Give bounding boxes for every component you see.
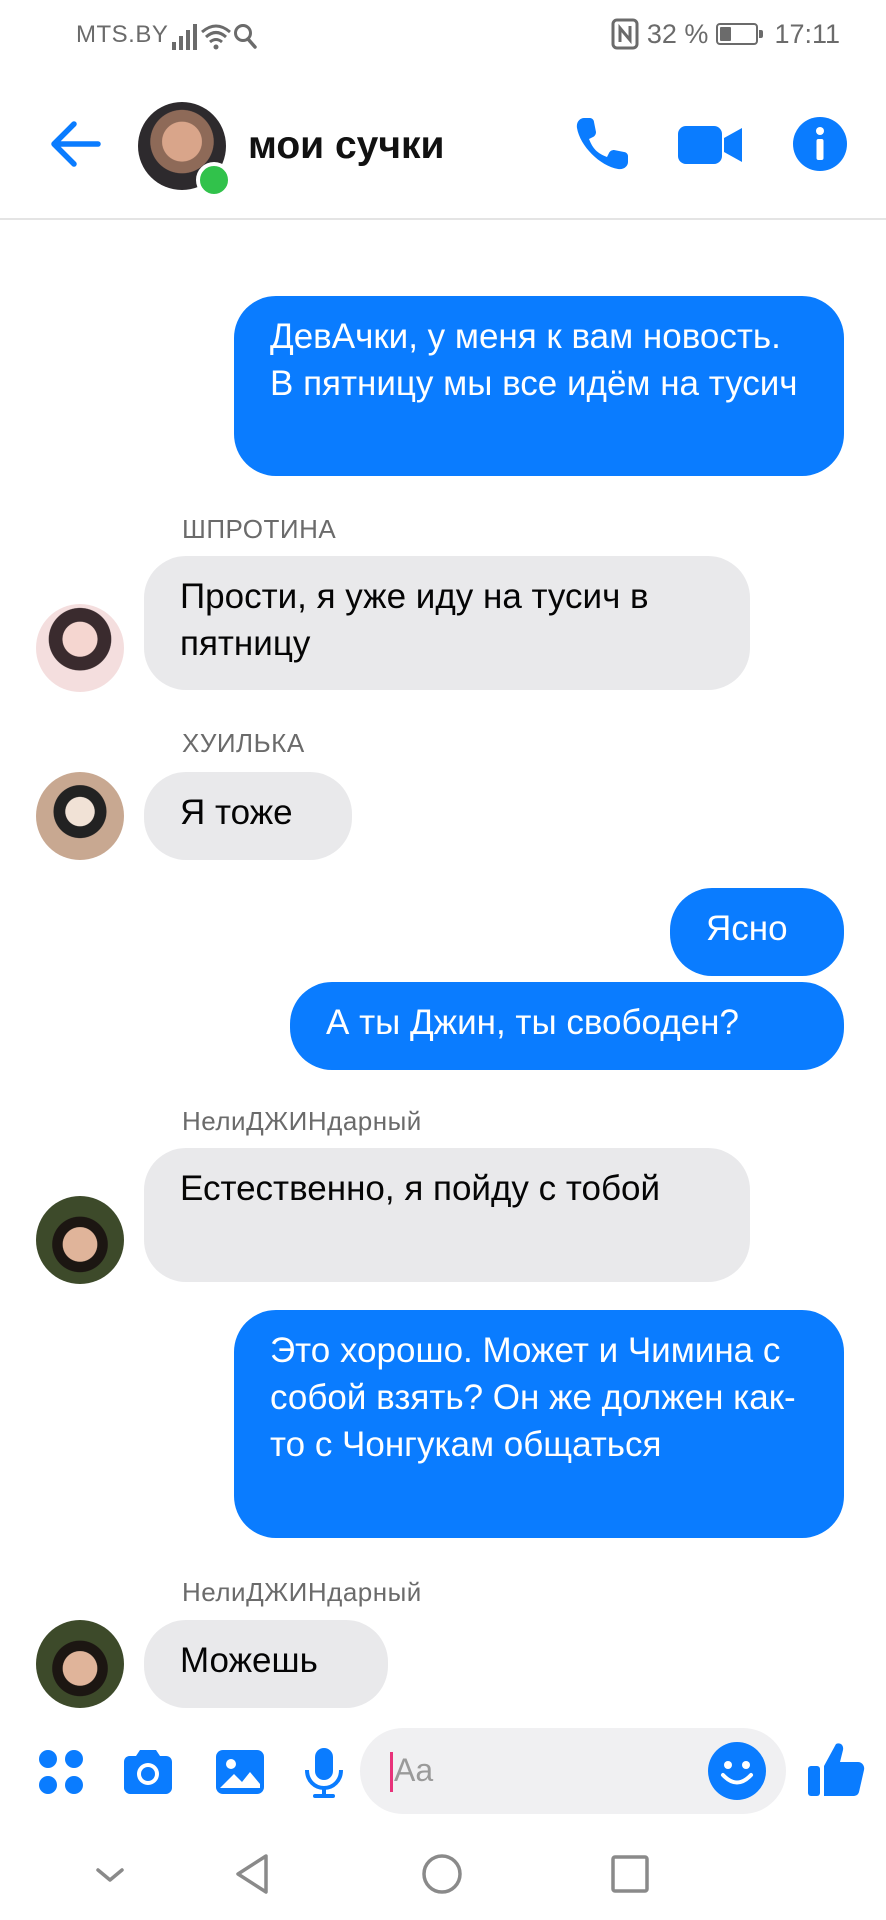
thumbs-up-icon[interactable]: [804, 1738, 868, 1802]
clock: 17:11: [774, 18, 840, 49]
sender-name: НелиДЖИНдарный: [182, 1577, 422, 1607]
nfc-icon: [611, 18, 639, 50]
battery-icon: [716, 23, 764, 45]
sender-name: ШПРОТИНА: [182, 514, 337, 544]
text-caret: [390, 1752, 393, 1792]
avatar[interactable]: [36, 772, 124, 860]
incoming-message[interactable]: Естественно, я пойду с тобой: [144, 1148, 750, 1282]
outgoing-message[interactable]: Ясно: [670, 888, 844, 976]
incoming-message[interactable]: Я тоже: [144, 772, 352, 860]
microphone-icon[interactable]: [296, 1744, 352, 1800]
online-status-dot: [196, 162, 232, 198]
back-arrow-icon[interactable]: [46, 114, 106, 174]
avatar[interactable]: [36, 604, 124, 692]
message-list[interactable]: ДевАчки, у меня к вам новость. В пятницу…: [0, 220, 886, 1720]
sender-name: НелиДЖИНдарный: [182, 1106, 422, 1136]
status-bar: MTS.BY 32 % 17:11: [0, 0, 886, 72]
incoming-message[interactable]: Прости, я уже иду на тусич в пятницу: [144, 556, 750, 690]
outgoing-message[interactable]: А ты Джин, ты свободен?: [290, 982, 844, 1070]
battery-percent: 32 %: [646, 18, 709, 49]
message-composer: Aa: [0, 1716, 886, 1826]
chat-header: мои сучки: [0, 72, 886, 220]
collapse-icon[interactable]: [82, 1846, 138, 1902]
recents-icon[interactable]: [602, 1846, 658, 1902]
avatar[interactable]: [36, 1620, 124, 1708]
incoming-message[interactable]: Можешь: [144, 1620, 388, 1708]
chat-title[interactable]: мои сучки: [248, 124, 445, 168]
outgoing-message[interactable]: Это хорошо. Может и Чимина с собой взять…: [234, 1310, 844, 1538]
gallery-icon[interactable]: [212, 1744, 268, 1800]
outgoing-message[interactable]: ДевАчки, у меня к вам новость. В пятницу…: [234, 296, 844, 476]
message-input-placeholder: Aa: [394, 1752, 434, 1788]
system-navigation-bar: [0, 1826, 886, 1920]
video-camera-icon[interactable]: [674, 112, 746, 176]
back-icon[interactable]: [226, 1846, 282, 1902]
phone-icon[interactable]: [570, 112, 634, 176]
camera-icon[interactable]: [120, 1744, 176, 1800]
apps-icon[interactable]: [34, 1744, 90, 1800]
carrier-name: MTS.BY: [76, 21, 169, 48]
message-input[interactable]: Aa: [360, 1728, 786, 1814]
avatar[interactable]: [36, 1196, 124, 1284]
emoji-icon[interactable]: [706, 1740, 768, 1802]
home-icon[interactable]: [414, 1846, 470, 1902]
sender-name: ХУИЛЬКА: [182, 728, 305, 758]
info-icon[interactable]: [788, 112, 852, 176]
signal-wifi-search-icons: [172, 24, 257, 50]
